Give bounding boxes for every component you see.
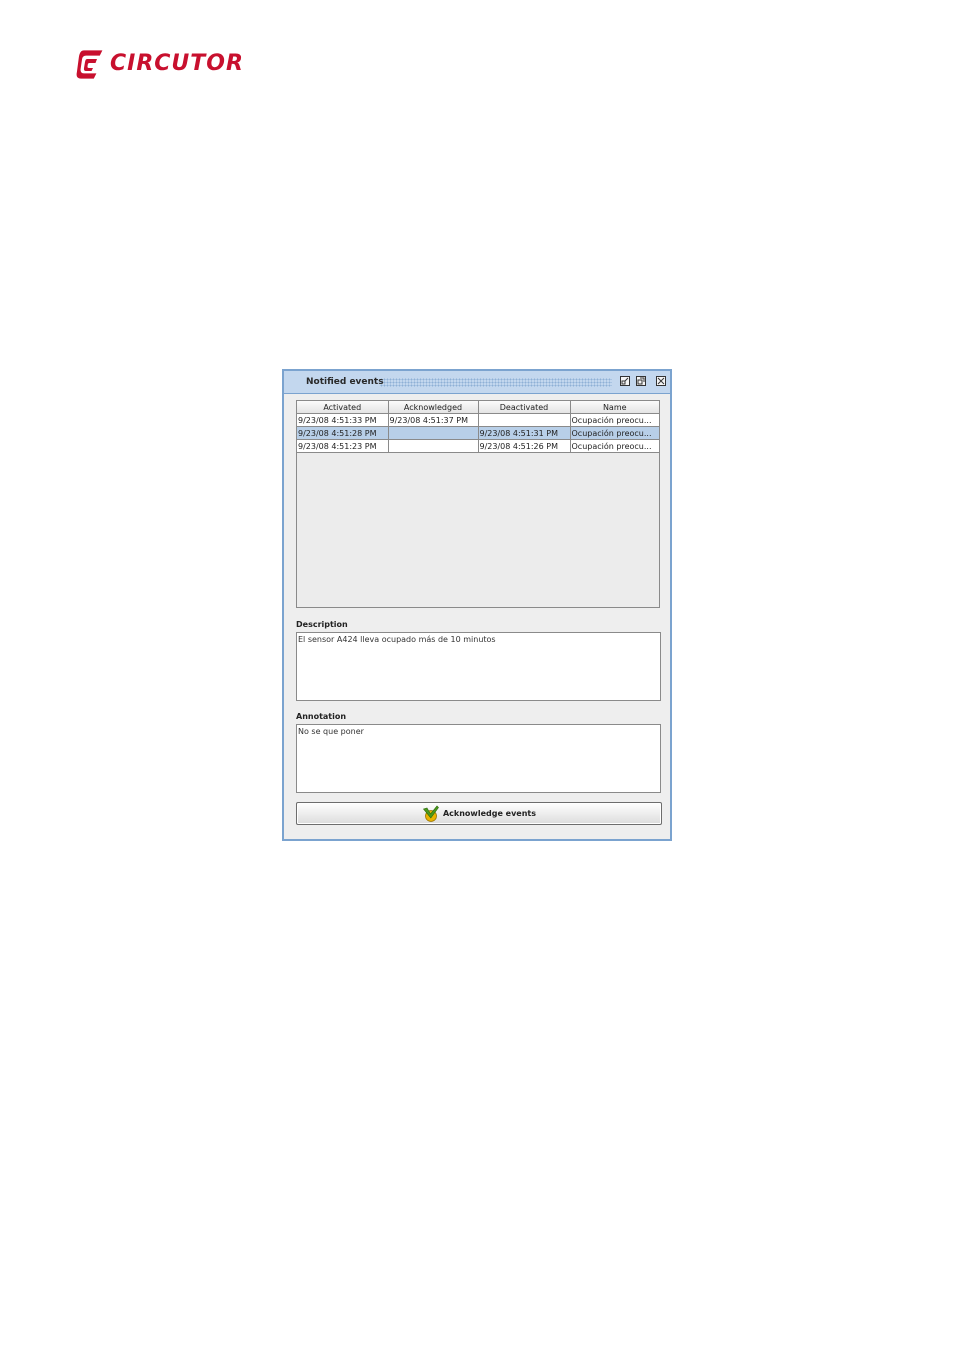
column-header-deactivated[interactable]: Deactivated bbox=[477, 401, 571, 414]
maximize-icon bbox=[637, 377, 645, 385]
events-table: Activated Acknowledged Deactivated Name … bbox=[297, 401, 659, 453]
description-textarea[interactable]: El sensor A424 lleva ocupado más de 10 m… bbox=[296, 632, 661, 701]
events-table-scrollpane[interactable]: Activated Acknowledged Deactivated Name … bbox=[296, 400, 660, 608]
table-row-selected[interactable]: 9/23/08 4:51:28 PM 9/23/08 4:51:31 PM Oc… bbox=[297, 426, 659, 440]
annotation-textarea[interactable]: No se que poner bbox=[296, 724, 661, 793]
cell-activated: 9/23/08 4:51:28 PM bbox=[297, 426, 389, 440]
iconify-button[interactable] bbox=[620, 376, 630, 386]
column-header-activated[interactable]: Activated bbox=[297, 401, 389, 414]
acknowledge-events-button[interactable]: Acknowledge events bbox=[296, 802, 662, 825]
close-icon bbox=[657, 377, 665, 385]
cell-acknowledged bbox=[387, 439, 479, 453]
cell-name: Ocupación preocu... bbox=[569, 426, 659, 440]
circutor-logo: CIRCUTOR bbox=[76, 47, 244, 81]
window-title: Notified events bbox=[306, 377, 384, 387]
table-row[interactable]: 9/23/08 4:51:33 PM 9/23/08 4:51:37 PM Oc… bbox=[297, 413, 659, 427]
acknowledge-events-label: Acknowledge events bbox=[442, 809, 536, 818]
maximize-button[interactable] bbox=[636, 376, 646, 386]
window-titlebar[interactable]: Notified events bbox=[284, 371, 670, 394]
annotation-label: Annotation bbox=[296, 712, 347, 721]
titlebar-grip bbox=[380, 378, 612, 387]
column-header-acknowledged[interactable]: Acknowledged bbox=[387, 401, 479, 414]
cell-deactivated bbox=[477, 413, 571, 427]
cell-name: Ocupación preocu... bbox=[569, 413, 659, 427]
close-button[interactable] bbox=[656, 376, 666, 386]
notified-events-window: Notified events Activated Acknowledged D… bbox=[282, 369, 672, 841]
cell-deactivated: 9/23/08 4:51:31 PM bbox=[477, 426, 571, 440]
cell-acknowledged: 9/23/08 4:51:37 PM bbox=[387, 413, 479, 427]
cell-deactivated: 9/23/08 4:51:26 PM bbox=[477, 439, 571, 453]
column-header-name[interactable]: Name bbox=[569, 401, 659, 414]
cell-acknowledged bbox=[387, 426, 479, 440]
description-label: Description bbox=[296, 620, 348, 629]
circutor-logo-mark-icon bbox=[76, 49, 104, 80]
iconify-icon bbox=[621, 377, 629, 385]
cell-activated: 9/23/08 4:51:33 PM bbox=[297, 413, 389, 427]
logo-text: CIRCUTOR bbox=[110, 51, 244, 76]
cell-activated: 9/23/08 4:51:23 PM bbox=[297, 439, 389, 453]
cell-name: Ocupación preocu... bbox=[569, 439, 659, 453]
table-header-row: Activated Acknowledged Deactivated Name bbox=[297, 401, 659, 414]
table-row[interactable]: 9/23/08 4:51:23 PM 9/23/08 4:51:26 PM Oc… bbox=[297, 439, 659, 453]
checkmark-icon bbox=[422, 805, 439, 822]
